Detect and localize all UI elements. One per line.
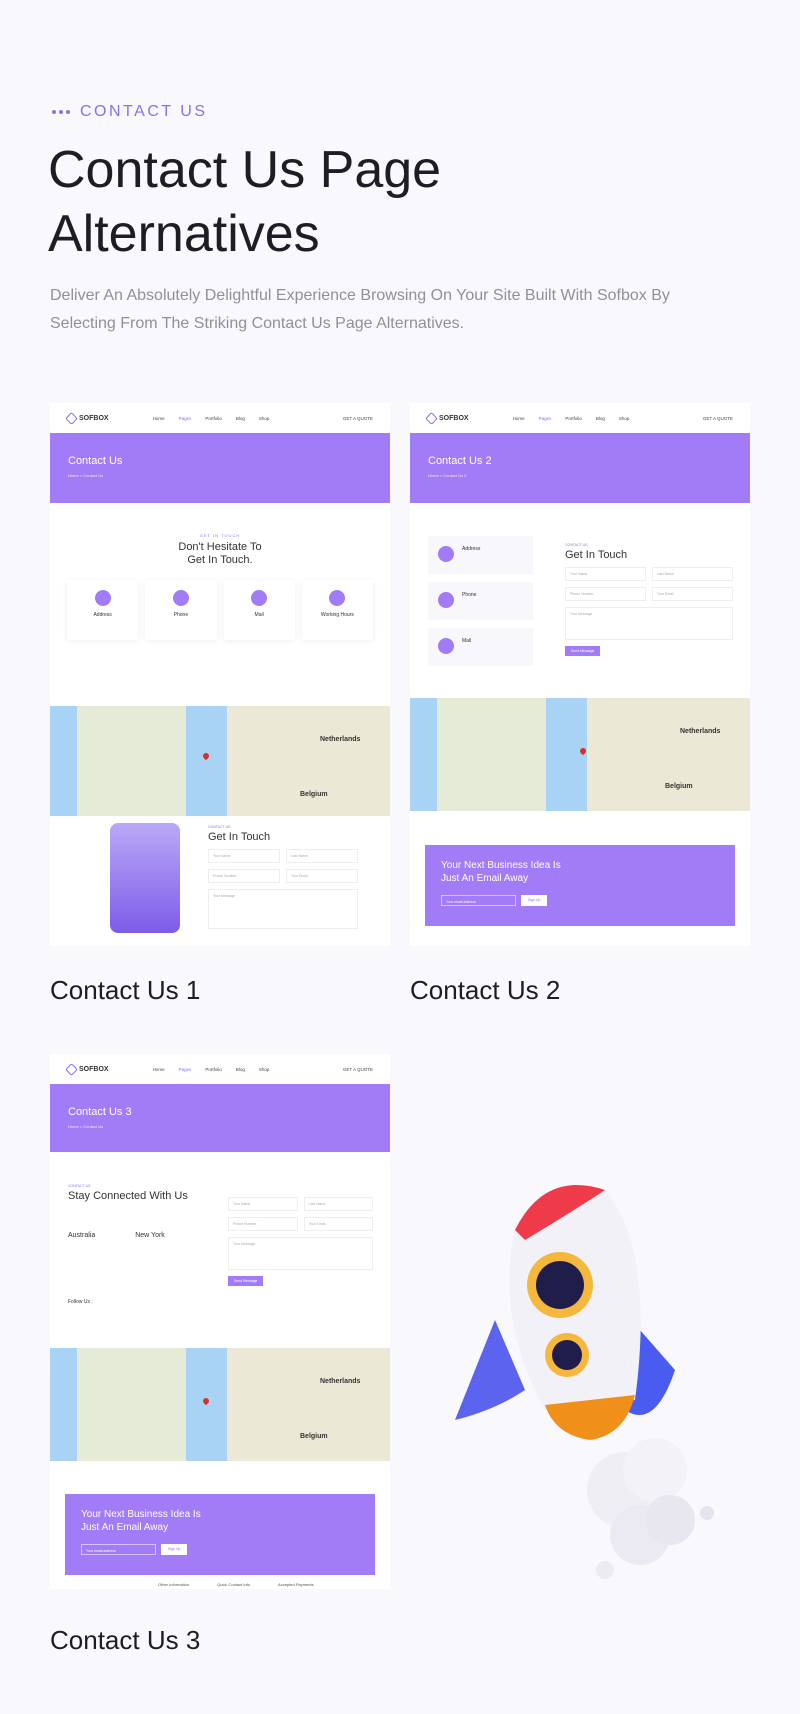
section-eyebrow: CONTACT US — [52, 103, 208, 121]
dots-icon — [52, 110, 70, 114]
address-icon — [94, 590, 111, 606]
preview-contact-us-3[interactable]: SOFBOX Home Pages Portfolio Blog Shop GET A QU… — [50, 1054, 390, 1589]
mail-icon — [251, 590, 268, 606]
nav-item: Pages — [178, 415, 192, 421]
nav-bar: SOFBOX Home Pages Portfolio Blog Shop GET A QU… — [50, 1054, 390, 1084]
newsletter-cta: Your Next Business Idea Is Just An Email… — [425, 845, 735, 926]
logo: SOFBOX — [65, 411, 109, 425]
map: Netherlands Belgium — [50, 1348, 390, 1461]
contact-info: CONTACT US Stay Connected With Us Austra… — [68, 1184, 188, 1305]
page-title: Contact Us Page Alternatives — [48, 141, 442, 263]
nav-bar: SOFBOX Home Pages Portfolio Blog Shop GET A QU… — [410, 403, 750, 433]
page-subtitle: Deliver An Absolutely Delightful Experie… — [50, 287, 670, 332]
nav-item: Home — [152, 415, 165, 421]
contact-form: Your Name Last Name Phone Number Your Email… — [228, 1197, 373, 1286]
rocket-illustration — [455, 1185, 714, 1579]
phone-icon — [172, 590, 189, 606]
page-banner: Contact Us 3 Home > Contact Us — [50, 1084, 390, 1152]
newsletter-cta: Your Next Business Idea Is Just An Email… — [65, 1494, 375, 1575]
map: Netherlands Belgium — [50, 706, 390, 816]
quote-link: GET A QUOTE — [342, 415, 373, 421]
contact-form: CONTACT US Get In Touch Your Name Last Nam… — [208, 825, 358, 929]
info-cards: Address Phone Mail Working Hours — [50, 570, 390, 650]
map: Netherlands Belgium — [410, 698, 750, 811]
nav-item: Shop — [258, 415, 270, 421]
preview-contact-us-2[interactable]: SOFBOX Home Pages Portfolio Blog Shop GET A QU… — [410, 403, 750, 946]
caption-contact-us-3: Contact Us 3 — [50, 1625, 201, 1655]
phone-illustration — [110, 823, 180, 933]
caption-contact-us-2: Contact Us 2 — [410, 975, 561, 1005]
address-icon — [438, 546, 454, 562]
nav-bar: SOFBOX Home Pages Portfolio Blog Shop GET A QU… — [50, 403, 390, 433]
footer-headings: Other Information Quick Contact Info Accep… — [158, 1582, 314, 1587]
contact-form: CONTACT US Get In Touch Your Name Last Nam… — [565, 543, 733, 656]
page-banner: Contact Us Home > Contact Us — [50, 433, 390, 503]
clock-icon — [329, 590, 346, 606]
intro: GET IN TOUCH Don't Hesitate To Get In To… — [178, 533, 262, 566]
info-list: Address Phone Mail — [428, 536, 533, 666]
preview-contact-us-1[interactable]: SOFBOX Home Pages Portfolio Blog Shop GET A QU… — [50, 403, 390, 946]
page-banner: Contact Us 2 Home > Contact Us 2 — [410, 433, 750, 503]
eyebrow-text: CONTACT US — [80, 103, 208, 120]
phone-icon — [438, 592, 454, 608]
nav-item: Portfolio — [205, 415, 222, 421]
nav-item: Blog — [235, 415, 245, 421]
mail-icon — [438, 638, 454, 654]
map-pin-icon — [201, 751, 211, 761]
caption-contact-us-1: Contact Us 1 — [50, 975, 201, 1005]
